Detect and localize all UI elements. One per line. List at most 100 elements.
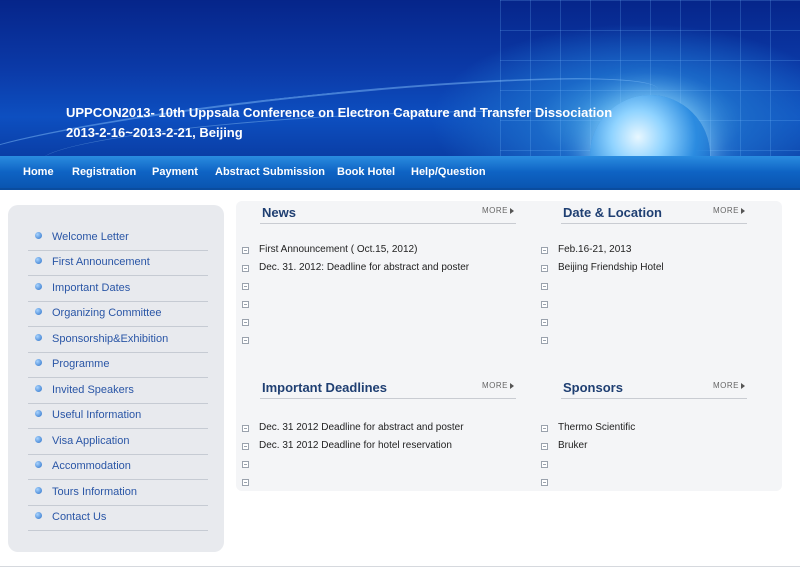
news-item-text: First Announcement ( Oct.15, 2012) (259, 244, 418, 255)
nav-help-question[interactable]: Help/Question (411, 156, 486, 188)
conference-title: UPPCON2013- 10th Uppsala Conference on E… (66, 103, 612, 143)
list-bullet-icon (242, 425, 249, 432)
sponsors-title: Sponsors (563, 380, 623, 395)
sponsors-more-link[interactable]: MORE (713, 381, 745, 390)
list-bullet-icon (242, 479, 249, 486)
news-item (242, 296, 512, 314)
date-location-item (541, 278, 751, 296)
news-title: News (262, 205, 296, 220)
deadline-item (242, 456, 512, 474)
deadline-item[interactable]: Dec. 31 2012 Deadline for abstract and p… (242, 420, 512, 438)
sidebar-item-sponsorship-exhibition[interactable]: Sponsorship&Exhibition (28, 327, 208, 353)
arrow-right-icon (741, 207, 745, 214)
date-location-item (541, 314, 751, 332)
sidebar-item-label: Useful Information (52, 409, 142, 421)
nav-payment[interactable]: Payment (152, 156, 198, 188)
list-bullet-icon (242, 461, 249, 468)
bullet-icon (35, 436, 42, 443)
news-item[interactable]: First Announcement ( Oct.15, 2012) (242, 242, 512, 260)
bullet-icon (35, 385, 42, 392)
sidebar-item-label: Accommodation (52, 460, 131, 472)
date-location-header: Date & Location MORE (561, 203, 747, 224)
sidebar-item-label: Contact Us (52, 511, 107, 523)
sidebar-item-label: Tours Information (52, 486, 137, 498)
sidebar-item-label: Visa Application (52, 435, 130, 447)
sponsor-item[interactable]: Thermo Scientific (541, 420, 751, 438)
sidebar-item-visa-application[interactable]: Visa Application (28, 429, 208, 455)
bullet-icon (35, 512, 42, 519)
sidebar-item-label: First Announcement (52, 256, 150, 268)
deadline-item[interactable]: Dec. 31 2012 Deadline for hotel reservat… (242, 438, 512, 456)
date-location-item (541, 332, 751, 350)
sponsor-item[interactable]: Bruker (541, 438, 751, 456)
news-item (242, 278, 512, 296)
list-bullet-icon (541, 479, 548, 486)
sidebar-item-label: Important Dates (52, 282, 131, 294)
sidebar-item-contact-us[interactable]: Contact Us (28, 505, 208, 531)
list-bullet-icon (541, 265, 548, 272)
sponsor-item-text: Thermo Scientific (558, 422, 636, 433)
news-header: News MORE (260, 203, 516, 224)
more-label: MORE (482, 206, 508, 215)
sidebar-item-label: Welcome Letter (52, 231, 129, 243)
sidebar-item-first-announcement[interactable]: First Announcement (28, 250, 208, 276)
sponsors-header: Sponsors MORE (561, 378, 747, 399)
list-bullet-icon (242, 247, 249, 254)
arrow-right-icon (741, 382, 745, 389)
sponsor-item-text: Bruker (558, 440, 588, 451)
news-item[interactable]: Dec. 31. 2012: Deadline for abstract and… (242, 260, 512, 278)
bullet-icon (35, 461, 42, 468)
main-nav: Home Registration Payment Abstract Submi… (0, 156, 800, 190)
sidebar-item-important-dates[interactable]: Important Dates (28, 276, 208, 302)
header-banner: UPPCON2013- 10th Uppsala Conference on E… (0, 0, 800, 156)
news-more-link[interactable]: MORE (482, 206, 514, 215)
date-location-more-link[interactable]: MORE (713, 206, 745, 215)
news-item (242, 314, 512, 332)
list-bullet-icon (541, 247, 548, 254)
arrow-right-icon (510, 382, 514, 389)
list-bullet-icon (541, 337, 548, 344)
more-label: MORE (482, 381, 508, 390)
bullet-icon (35, 257, 42, 264)
list-bullet-icon (242, 443, 249, 450)
bullet-icon (35, 232, 42, 239)
more-label: MORE (713, 206, 739, 215)
list-bullet-icon (242, 265, 249, 272)
nav-home[interactable]: Home (23, 156, 54, 188)
date-location-title: Date & Location (563, 205, 662, 220)
nav-abstract-submission[interactable]: Abstract Submission (215, 156, 325, 188)
list-bullet-icon (541, 319, 548, 326)
deadline-item-text: Dec. 31 2012 Deadline for abstract and p… (259, 422, 464, 433)
nav-registration[interactable]: Registration (72, 156, 136, 188)
arrow-right-icon (510, 207, 514, 214)
bullet-icon (35, 283, 42, 290)
sidebar-item-label: Organizing Committee (52, 307, 162, 319)
list-bullet-icon (242, 301, 249, 308)
sidebar-item-accommodation[interactable]: Accommodation (28, 454, 208, 480)
more-label: MORE (713, 381, 739, 390)
deadlines-more-link[interactable]: MORE (482, 381, 514, 390)
date-location-item: Feb.16-21, 2013 (541, 242, 751, 260)
sidebar-item-label: Programme (52, 358, 110, 370)
date-location-item-text: Feb.16-21, 2013 (558, 244, 632, 255)
sidebar-item-label: Invited Speakers (52, 384, 134, 396)
conference-dates-location: 2013-2-16~2013-2-21, Beijing (66, 125, 243, 140)
list-bullet-icon (541, 301, 548, 308)
bullet-icon (35, 334, 42, 341)
sidebar-item-useful-information[interactable]: Useful Information (28, 403, 208, 429)
list-bullet-icon (242, 319, 249, 326)
sponsor-item (541, 474, 751, 492)
list-bullet-icon (541, 425, 548, 432)
deadline-item-text: Dec. 31 2012 Deadline for hotel reservat… (259, 440, 452, 451)
deadlines-header: Important Deadlines MORE (260, 378, 516, 399)
sidebar-menu: Welcome Letter First Announcement Import… (8, 205, 224, 552)
sidebar-item-organizing-committee[interactable]: Organizing Committee (28, 301, 208, 327)
list-bullet-icon (541, 443, 548, 450)
sidebar-item-invited-speakers[interactable]: Invited Speakers (28, 378, 208, 404)
sidebar-item-programme[interactable]: Programme (28, 352, 208, 378)
nav-book-hotel[interactable]: Book Hotel (337, 156, 395, 188)
sidebar-item-welcome-letter[interactable]: Welcome Letter (28, 225, 208, 251)
sidebar-item-tours-information[interactable]: Tours Information (28, 480, 208, 506)
sidebar-item-label: Sponsorship&Exhibition (52, 333, 169, 345)
list-bullet-icon (242, 283, 249, 290)
